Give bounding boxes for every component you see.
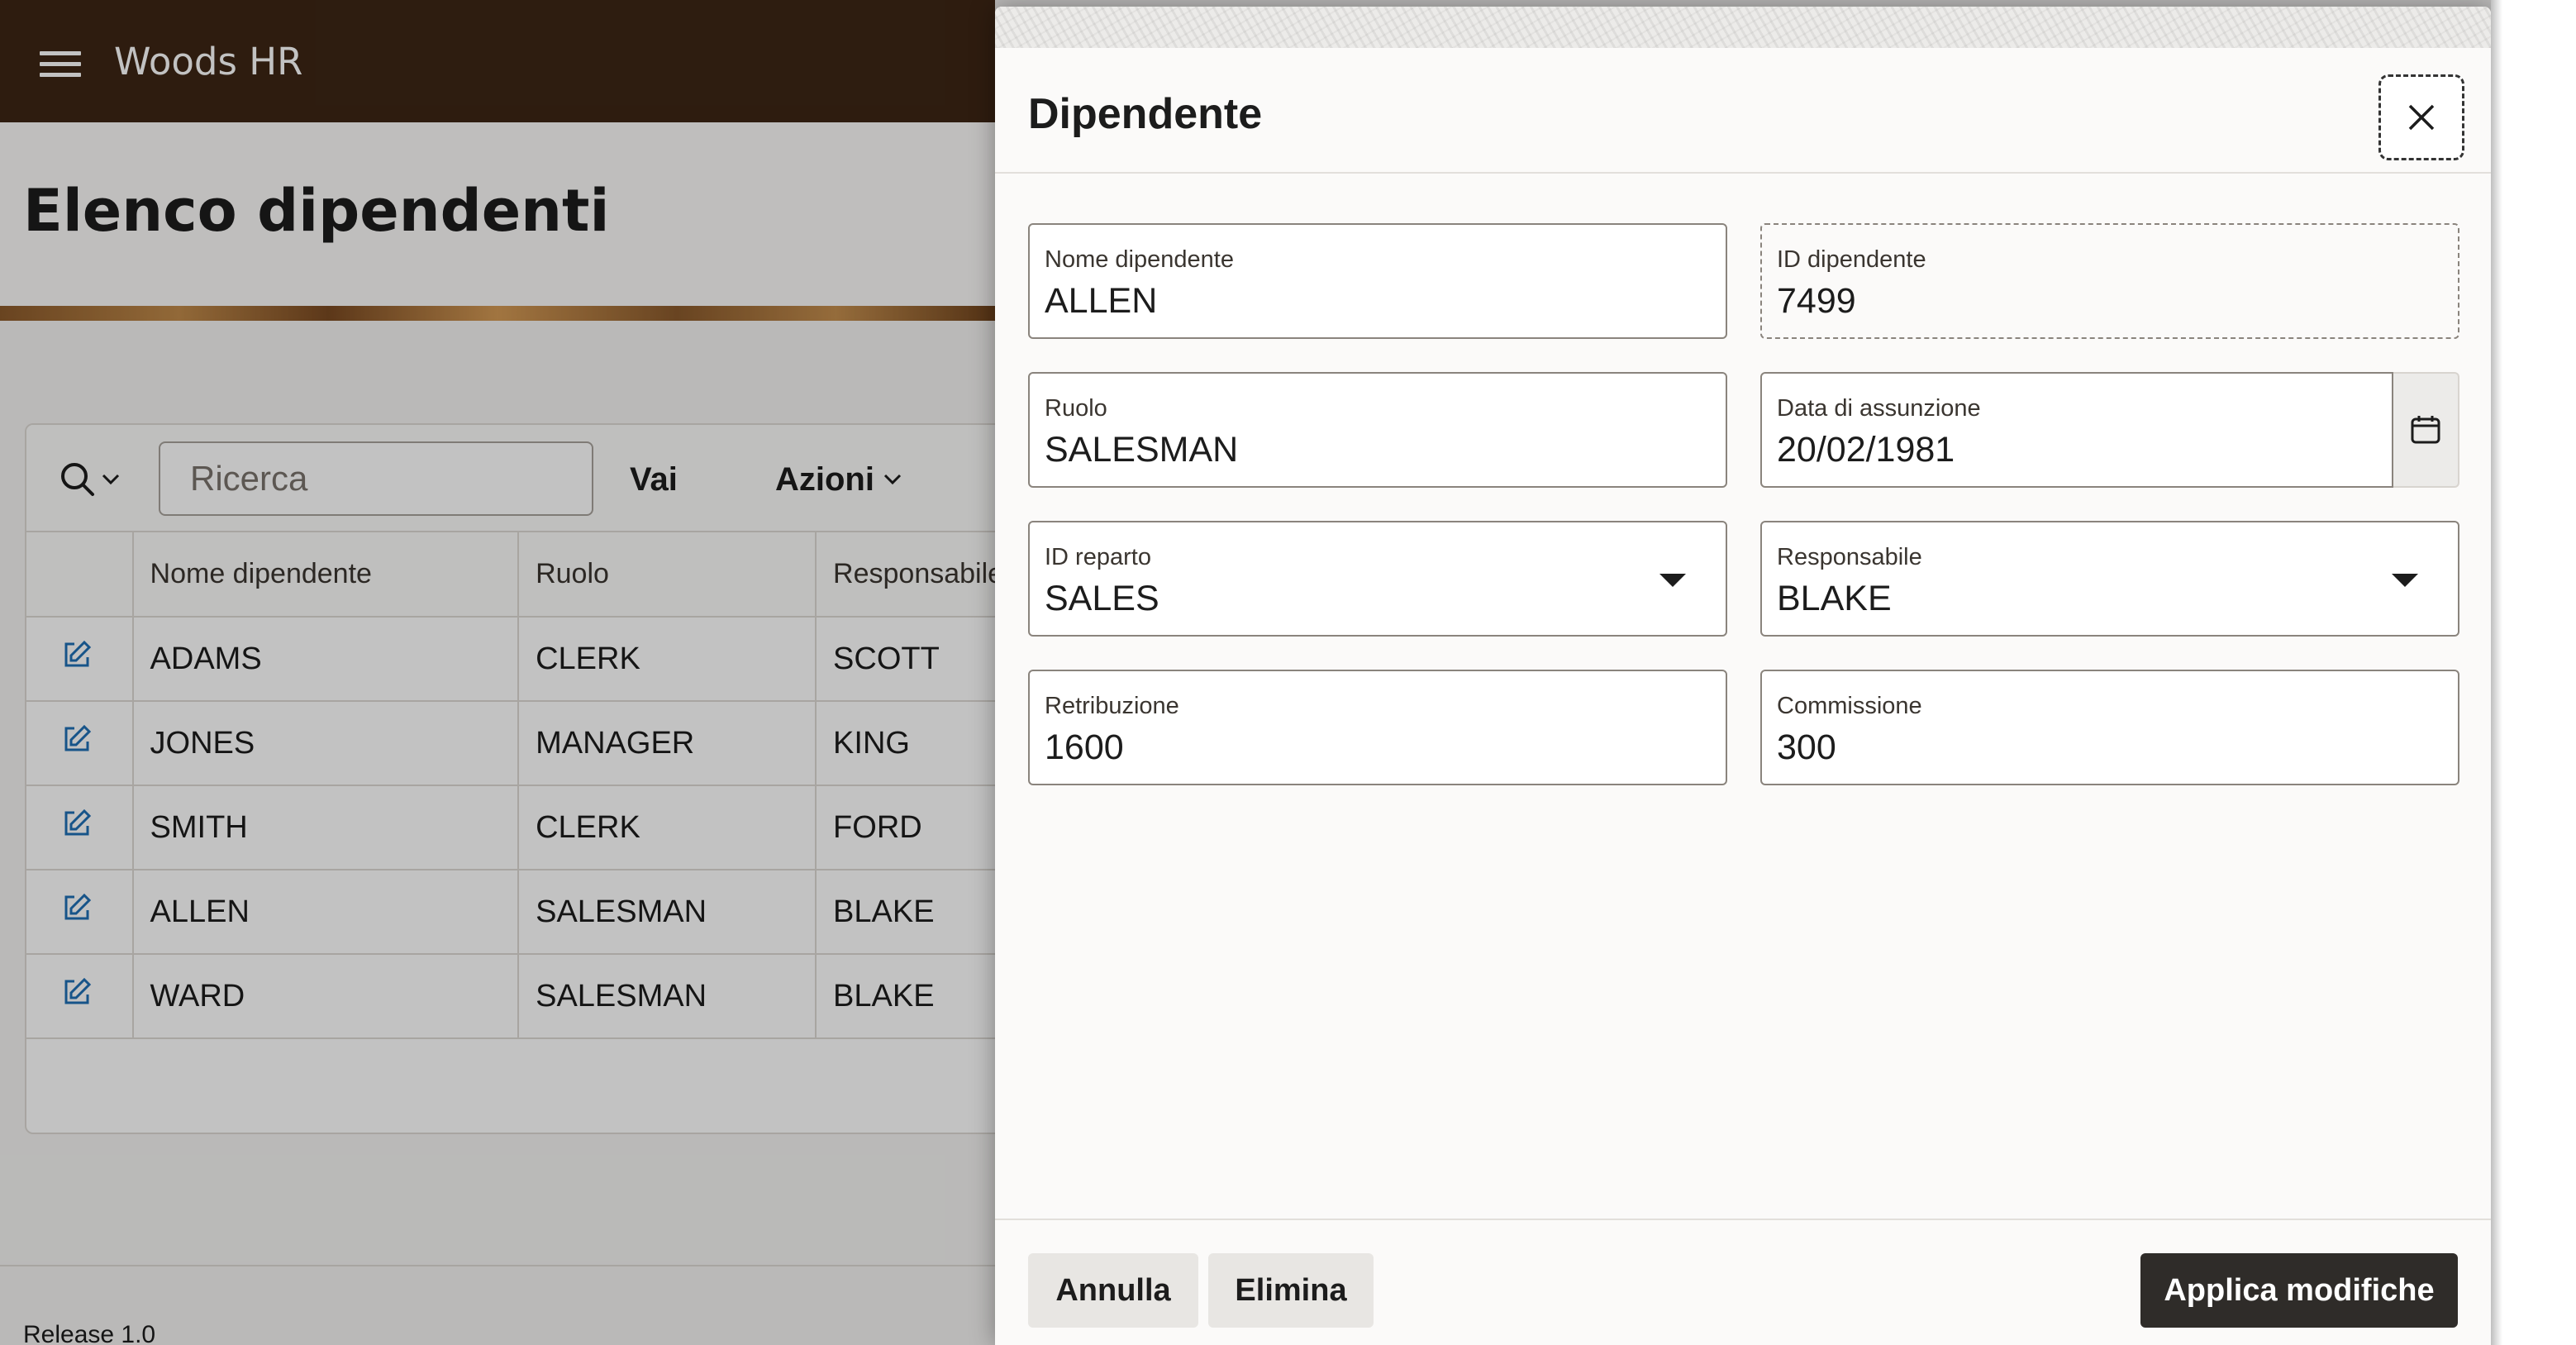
- employee-id-label: ID dipendente: [1777, 246, 1926, 273]
- commission-field[interactable]: Commissione 300: [1760, 670, 2459, 785]
- calendar-icon: [2411, 416, 2440, 444]
- hire-date-value[interactable]: 20/02/1981: [1777, 430, 1955, 470]
- app-root: Woods HR Elenco dipendenti Vai: [0, 0, 2576, 1345]
- right-edge-area: [2491, 0, 2576, 1345]
- employee-name-label: Nome dipendente: [1045, 246, 1234, 273]
- role-label: Ruolo: [1045, 395, 1107, 422]
- commission-value[interactable]: 300: [1777, 727, 1836, 768]
- dialog-edge-shadow: [2491, 0, 2502, 1345]
- hire-date-label: Data di assunzione: [1777, 395, 1981, 422]
- manager-label: Responsabile: [1777, 544, 1922, 570]
- salary-label: Retribuzione: [1045, 693, 1179, 719]
- cancel-button[interactable]: Annulla: [1028, 1253, 1198, 1328]
- caret-down-icon[interactable]: [2392, 574, 2418, 587]
- commission-label: Commissione: [1777, 693, 1922, 719]
- department-select[interactable]: ID reparto SALES: [1028, 521, 1727, 637]
- dialog-header: Dipendente: [995, 48, 2491, 174]
- dialog-texture-strip: [995, 7, 2491, 48]
- employee-id-field: ID dipendente 7499: [1760, 223, 2459, 339]
- manager-value[interactable]: BLAKE: [1777, 579, 1892, 619]
- role-field[interactable]: Ruolo SALESMAN: [1028, 372, 1727, 488]
- employee-id-value: 7499: [1777, 281, 1856, 321]
- close-icon: [2408, 104, 2435, 131]
- hire-date-field[interactable]: Data di assunzione 20/02/1981: [1760, 372, 2393, 488]
- caret-down-icon[interactable]: [1659, 574, 1686, 587]
- department-label: ID reparto: [1045, 544, 1151, 570]
- department-value[interactable]: SALES: [1045, 579, 1159, 619]
- employee-name-value[interactable]: ALLEN: [1045, 281, 1157, 322]
- manager-select[interactable]: Responsabile BLAKE: [1760, 521, 2459, 637]
- calendar-button[interactable]: [2393, 372, 2459, 488]
- delete-button[interactable]: Elimina: [1208, 1253, 1374, 1328]
- dialog-footer: Annulla Elimina Applica modifiche: [995, 1219, 2491, 1345]
- employee-dialog: Dipendente Nome dipendente ALLEN ID dipe…: [995, 7, 2491, 1345]
- role-value[interactable]: SALESMAN: [1045, 430, 1238, 470]
- apply-changes-button[interactable]: Applica modifiche: [2140, 1253, 2458, 1328]
- dialog-title: Dipendente: [1028, 90, 1263, 138]
- close-button[interactable]: [2378, 74, 2464, 160]
- salary-value[interactable]: 1600: [1045, 727, 1124, 768]
- salary-field[interactable]: Retribuzione 1600: [1028, 670, 1727, 785]
- employee-name-field[interactable]: Nome dipendente ALLEN: [1028, 223, 1727, 339]
